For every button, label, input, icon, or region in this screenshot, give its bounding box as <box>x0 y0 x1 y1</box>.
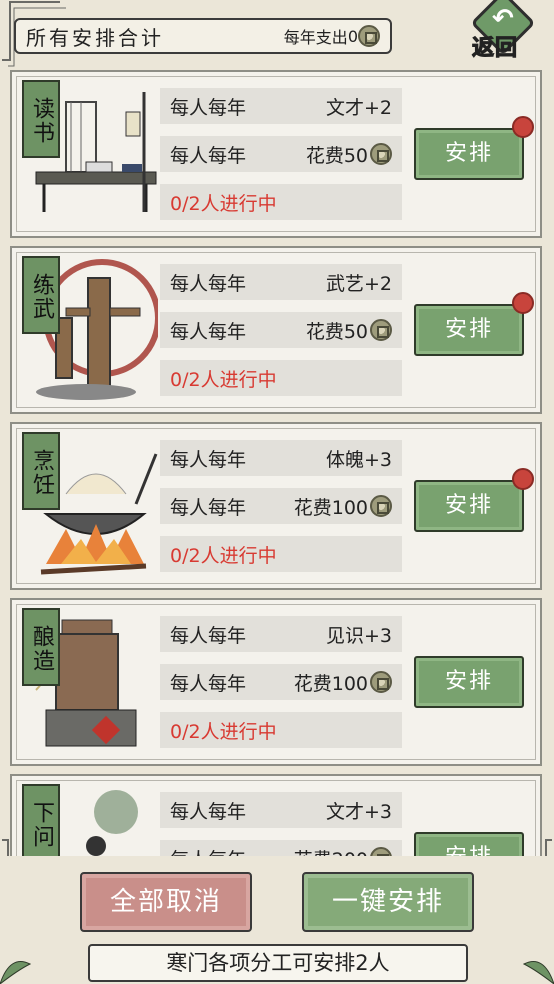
notification-dot-icon <box>512 468 534 490</box>
bonus-value: 见识+3 <box>325 624 392 647</box>
category-label: 烹饪 <box>22 432 60 510</box>
arrange-button[interactable]: 安排 <box>414 832 524 856</box>
progress-row: 0/2人进行中 <box>160 536 402 572</box>
footer-panel: 全部取消 一键安排 寒门各项分工可安排2人 <box>0 856 554 984</box>
cost-value: 花费50 <box>306 317 392 344</box>
cost-value: 花费100 <box>294 493 392 520</box>
bonus-row: 每人每年 文才+2 <box>160 88 402 124</box>
cost-row: 每人每年 花费50 <box>160 136 402 172</box>
arrangement-card-martial: 练武 每人每年 武艺+2 每人每年 花费50 0/2人进行中 安排 <box>10 246 542 414</box>
cost-label: 每人每年 <box>170 845 246 857</box>
summary-bar: 所有安排合计 每年支出 0 <box>14 18 392 54</box>
arrange-button[interactable]: 安排 <box>414 480 524 532</box>
cost-label: 每人每年 <box>170 496 247 519</box>
hint-banner: 寒门各项分工可安排2人 <box>88 944 468 982</box>
category-label: 读书 <box>22 80 60 158</box>
copper-coin-icon <box>370 495 392 517</box>
bonus-value: 文才+3 <box>325 800 392 823</box>
cost-label: 每人每年 <box>170 672 247 695</box>
cancel-all-button[interactable]: 全部取消 <box>80 872 252 932</box>
arrange-button[interactable]: 安排 <box>414 304 524 356</box>
back-label: 返回 <box>471 36 519 62</box>
bonus-label: 每人每年 <box>170 272 247 295</box>
notification-dot-icon <box>512 116 534 138</box>
arrangement-card-cooking: 烹饪 每人每年 体魄+3 每人每年 花费100 0/2人进行中 安排 <box>10 422 542 590</box>
back-button[interactable]: ↶ 返回 <box>468 0 540 64</box>
bonus-value: 体魄+3 <box>325 448 392 471</box>
summary-title: 所有安排合计 <box>26 25 164 50</box>
cost-value: 花费200 <box>294 845 392 856</box>
arrangement-card-reading: 读书 每人每年 文才+2 每人每年 花费50 0/2人进行中 安排 <box>10 70 542 238</box>
notification-dot-icon <box>512 292 534 314</box>
copper-coin-icon <box>370 847 392 856</box>
bonus-value: 武艺+2 <box>325 272 392 295</box>
arrange-button[interactable]: 安排 <box>414 656 524 708</box>
bonus-row: 每人每年 体魄+3 <box>160 440 402 476</box>
cost-label: 每人每年 <box>170 144 247 167</box>
cost-row: 每人每年 花费100 <box>160 664 402 700</box>
arrange-button[interactable]: 安排 <box>414 128 524 180</box>
yearly-cost-value: 0 <box>347 26 358 46</box>
cost-value: 花费100 <box>294 669 392 696</box>
bonus-label: 每人每年 <box>170 624 247 647</box>
cost-row: 每人每年 花费100 <box>160 488 402 524</box>
cost-value: 花费50 <box>306 141 392 168</box>
bonus-label: 每人每年 <box>170 96 247 119</box>
one-click-arrange-button[interactable]: 一键安排 <box>302 872 474 932</box>
yearly-cost-label: 每年支出 <box>283 28 348 47</box>
plant-decoration-icon <box>0 961 32 984</box>
bonus-label: 每人每年 <box>170 800 247 823</box>
yearly-cost: 每年支出 0 <box>284 24 380 48</box>
plant-decoration-icon <box>522 961 554 984</box>
cost-row: 每人每年 花费50 <box>160 312 402 348</box>
copper-coin-icon <box>370 143 392 165</box>
cost-label: 每人每年 <box>170 320 247 343</box>
category-label: 下问 <box>22 784 60 856</box>
bonus-value: 文才+2 <box>325 96 392 119</box>
copper-coin-icon <box>370 319 392 341</box>
bonus-row: 每人每年 文才+3 <box>160 792 402 828</box>
progress-row: 0/2人进行中 <box>160 712 402 748</box>
category-label: 练武 <box>22 256 60 334</box>
bonus-row: 每人每年 见识+3 <box>160 616 402 652</box>
arrangement-card-inquiry: 下问 每人每年 文才+3 每人每年 花费200 安排 <box>10 774 542 856</box>
copper-coin-icon <box>370 671 392 693</box>
arrangement-list[interactable]: 读书 每人每年 文才+2 每人每年 花费50 0/2人进行中 安排 练武 每人每… <box>0 70 554 856</box>
bonus-row: 每人每年 武艺+2 <box>160 264 402 300</box>
category-label: 酿造 <box>22 608 60 686</box>
bonus-label: 每人每年 <box>170 448 247 471</box>
cost-row: 每人每年 花费200 <box>160 840 402 856</box>
copper-coin-icon <box>358 25 380 47</box>
arrangement-card-brewing: 酿造 每人每年 见识+3 每人每年 花费100 0/2人进行中 安排 <box>10 598 542 766</box>
progress-row: 0/2人进行中 <box>160 360 402 396</box>
progress-row: 0/2人进行中 <box>160 184 402 220</box>
